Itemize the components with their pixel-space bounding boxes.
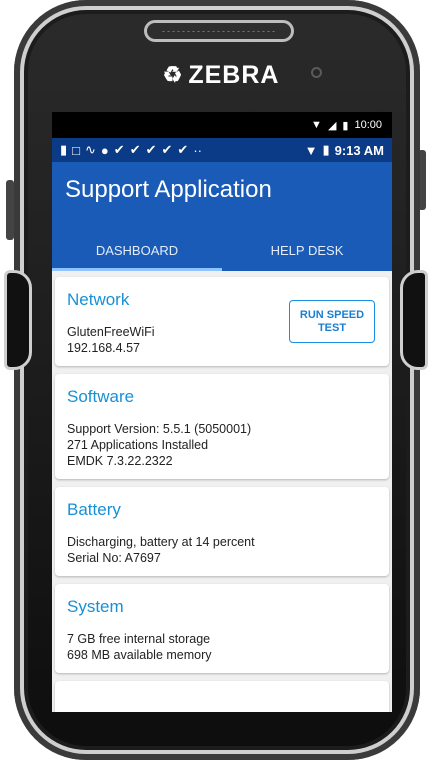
- emdk-version: EMDK 7.3.22.2322: [67, 454, 173, 468]
- speaker-grille: [144, 20, 294, 42]
- software-card: Software Support Version: 5.5.1 (5050001…: [55, 374, 389, 479]
- sim-icon: ▮: [60, 142, 68, 157]
- next-card: [55, 681, 389, 712]
- memory-info: 698 MB available memory: [67, 648, 212, 662]
- battery-low-icon: ▮: [322, 142, 330, 157]
- device-frame: ♻ ZEBRA ▼ ◢ ▮ 10:00 ▮ □ ∿ ● ✔ ✔ ✔ ✔ ✔ ··…: [0, 0, 432, 760]
- app-title: Support Application: [65, 176, 272, 203]
- check-icon: ✔: [129, 142, 141, 157]
- status-time: 9:13 AM: [334, 142, 384, 158]
- zebra-logo-icon: ♻: [162, 62, 183, 87]
- side-clip: [400, 270, 428, 370]
- serial-number: Serial No: A7697: [67, 551, 161, 565]
- battery-card: Battery Discharging, battery at 14 perce…: [55, 487, 389, 576]
- more-icon: ··: [193, 142, 202, 158]
- front-camera: [311, 67, 322, 78]
- check-icon: ✔: [145, 142, 157, 157]
- wifi-icon: ▼: [311, 119, 322, 131]
- brand-name: ZEBRA: [188, 60, 280, 89]
- device-screen: ▼ ◢ ▮ 10:00 ▮ □ ∿ ● ✔ ✔ ✔ ✔ ✔ ·· ▼ ▮ 9:1…: [52, 112, 392, 712]
- notification-icon: ●: [100, 142, 109, 158]
- apps-installed: 271 Applications Installed: [67, 438, 209, 452]
- check-icon: ✔: [113, 142, 125, 157]
- system-time: 10:00: [354, 119, 382, 131]
- notification-bar: ▮ □ ∿ ● ✔ ✔ ✔ ✔ ✔ ·· ▼ ▮ 9:13 AM: [52, 138, 392, 162]
- tab-help-desk[interactable]: HELP DESK: [222, 229, 392, 271]
- card-title: System: [67, 597, 124, 616]
- tab-dashboard[interactable]: DASHBOARD: [52, 229, 222, 271]
- battery-status: Discharging, battery at 14 percent: [67, 535, 255, 549]
- check-icon: ✔: [177, 142, 189, 157]
- message-icon: □: [72, 142, 81, 158]
- side-clip: [4, 270, 32, 370]
- check-icon: ✔: [161, 142, 173, 157]
- software-version: Support Version: 5.5.1 (5050001): [67, 422, 252, 436]
- signal-icon: ◢: [327, 119, 337, 132]
- dashboard-content[interactable]: Network GlutenFreeWiFi 192.168.4.57 RUN …: [52, 271, 392, 712]
- app-bar: Support Application DASHBOARD HELP DESK: [52, 162, 392, 271]
- card-title: Battery: [67, 500, 121, 519]
- card-title: Software: [67, 387, 135, 406]
- system-card: System 7 GB free internal storage 698 MB…: [55, 584, 389, 673]
- tab-bar: DASHBOARD HELP DESK: [52, 229, 392, 271]
- brand-logo: ♻ ZEBRA: [156, 58, 286, 92]
- activity-icon: ∿: [85, 142, 96, 157]
- network-card: Network GlutenFreeWiFi 192.168.4.57 RUN …: [55, 277, 389, 366]
- system-status-bar: ▼ ◢ ▮ 10:00: [52, 112, 392, 138]
- wifi-icon: ▼: [304, 142, 318, 158]
- run-speed-test-button[interactable]: RUN SPEED TEST: [289, 300, 375, 343]
- battery-icon: ▮: [342, 119, 349, 132]
- storage-info: 7 GB free internal storage: [67, 632, 211, 646]
- side-button[interactable]: [6, 180, 14, 240]
